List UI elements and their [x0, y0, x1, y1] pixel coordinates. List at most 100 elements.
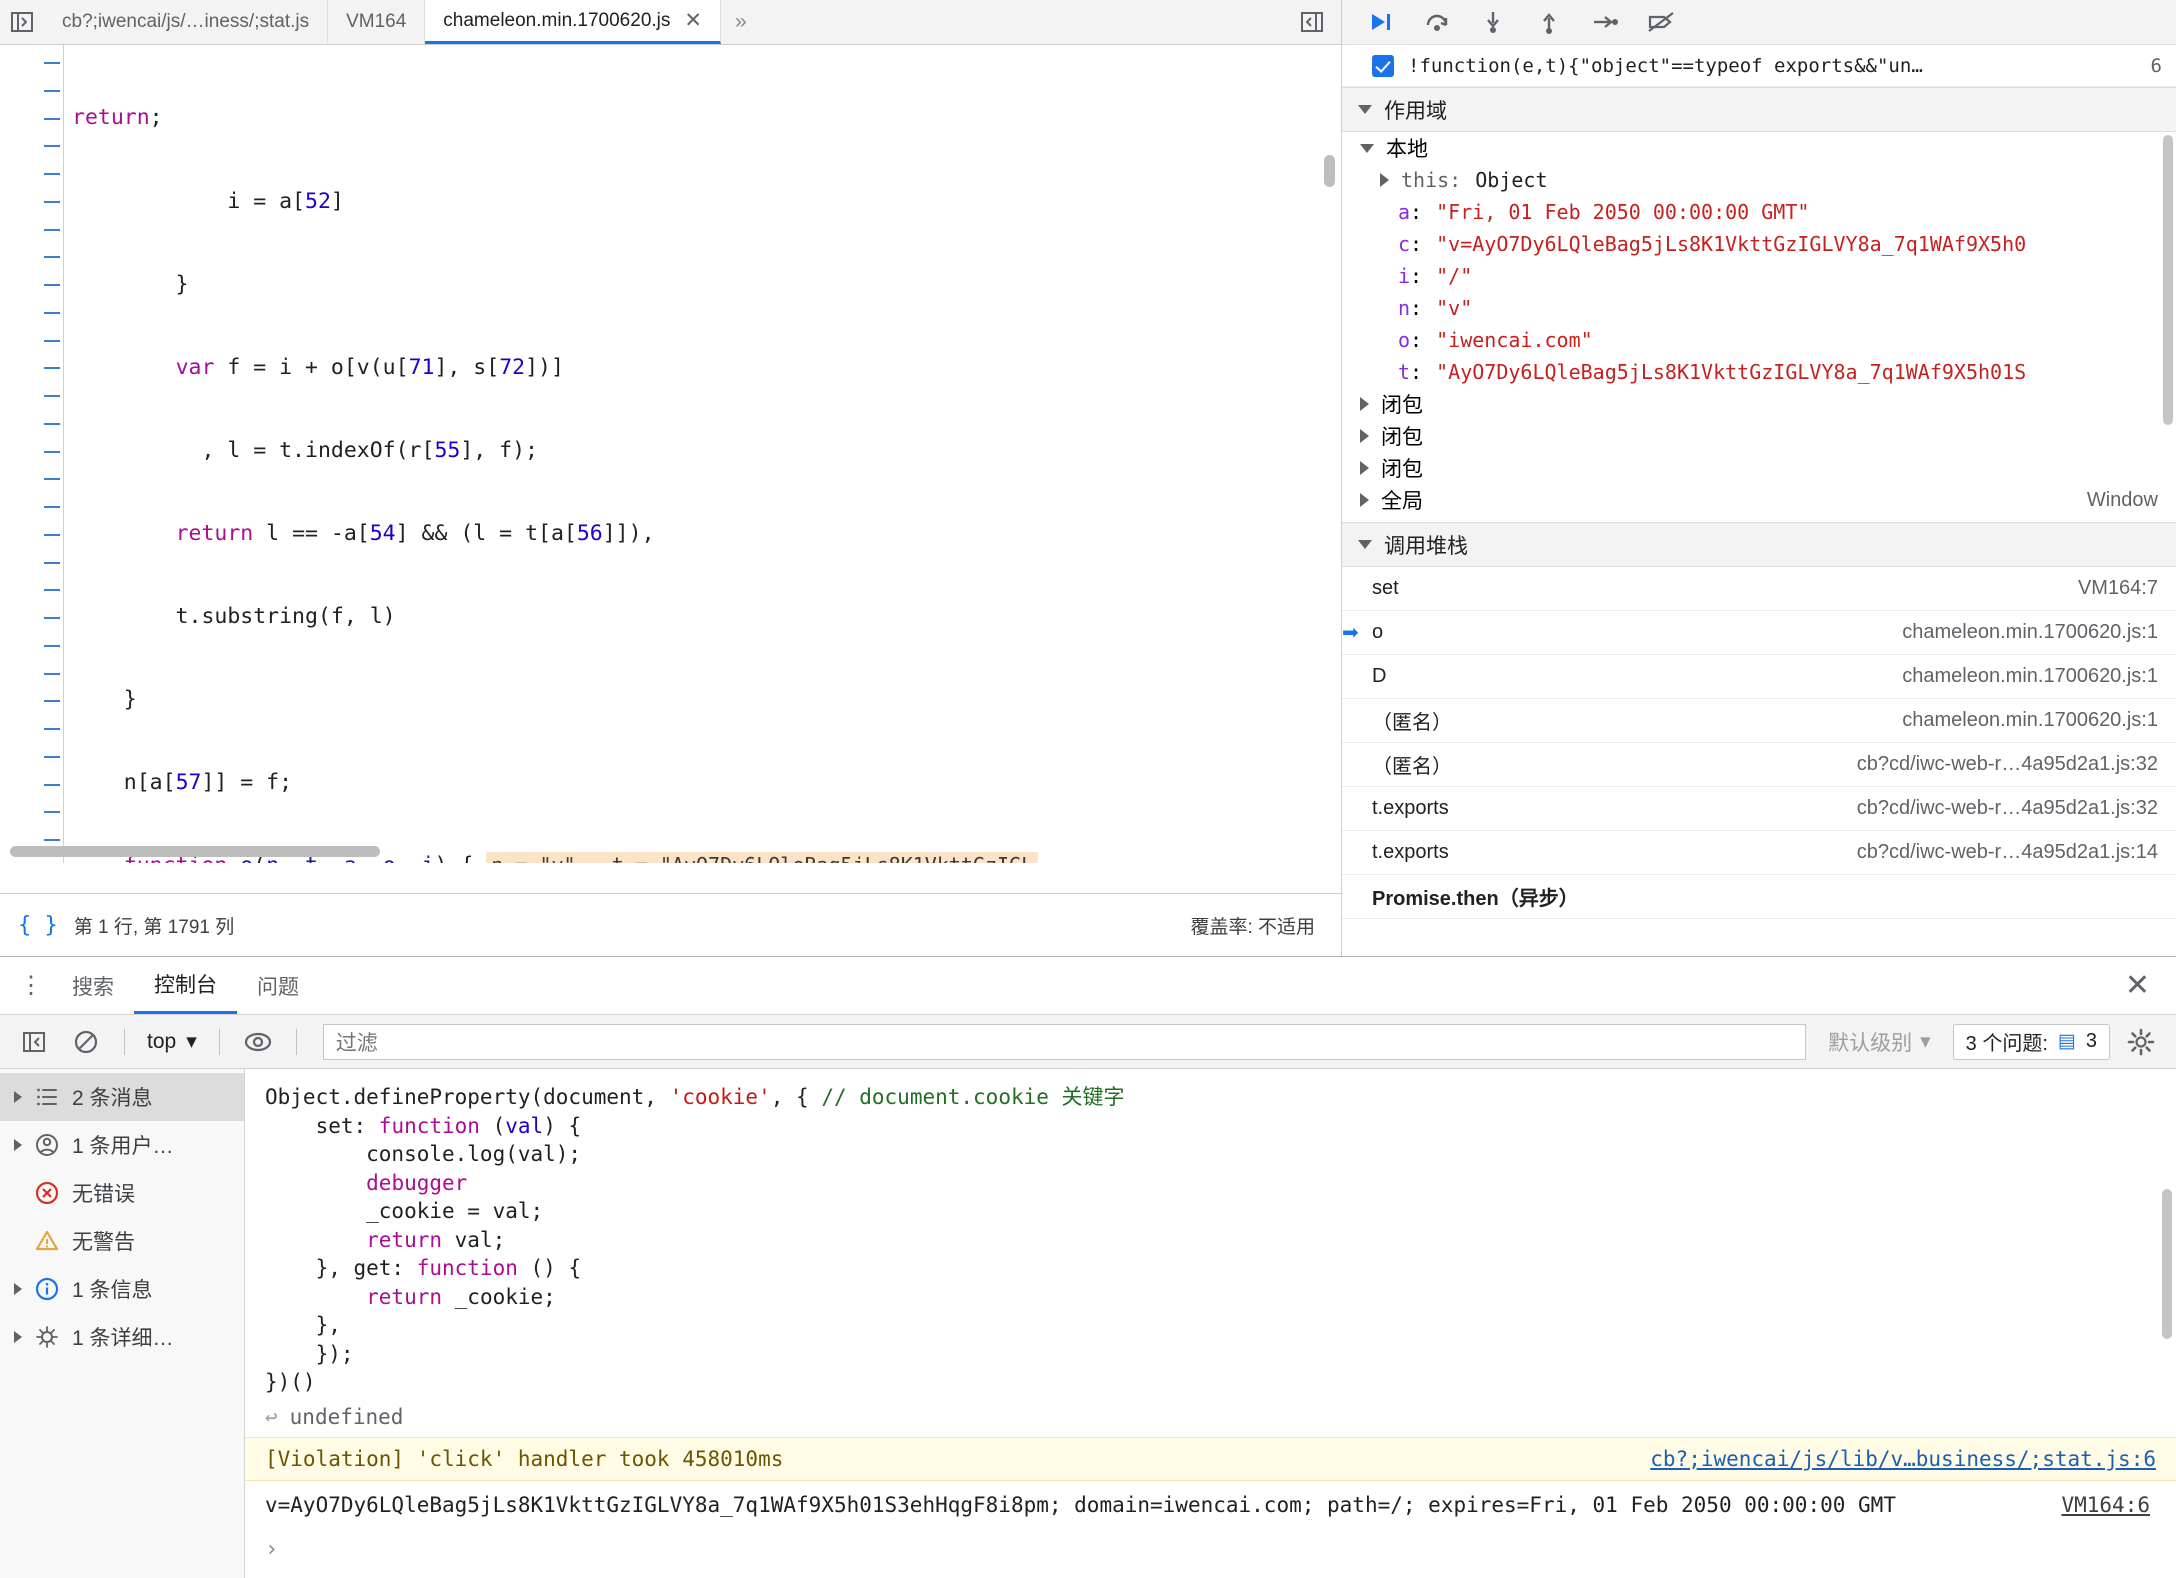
console-sidebar-item-errors[interactable]: 无错误 [0, 1169, 244, 1217]
log-level-select[interactable]: 默认级别 ▾ [1814, 1027, 1945, 1057]
scope-item-i[interactable]: i: "/" [1342, 260, 2176, 292]
console-sidebar-item-messages[interactable]: 2 条消息 [0, 1073, 244, 1121]
tab-label: 问题 [257, 971, 299, 1001]
scope-group-global[interactable]: 全局 Window [1342, 484, 2176, 516]
console-scrollbar[interactable] [2162, 1189, 2172, 1339]
scope-group-local[interactable]: 本地 [1342, 132, 2176, 164]
chevron-right-icon[interactable] [14, 1091, 22, 1103]
source-tab-1[interactable]: VM164 [328, 0, 425, 44]
drawer-more-icon[interactable]: ⋮ [10, 974, 52, 998]
chevron-right-icon[interactable] [1360, 461, 1369, 475]
callstack-row[interactable]: set VM164:7 [1342, 567, 2176, 611]
scope-item-t[interactable]: t: "AyO7Dy6LQleBag5jLs8K1VkttGzIGLVY8a_7… [1342, 356, 2176, 388]
code-text: Object.defineProperty(document, [265, 1085, 670, 1109]
settings-gear-icon[interactable] [2118, 1027, 2164, 1057]
console-prompt[interactable]: › [245, 1523, 2176, 1562]
source-tab-2[interactable]: chameleon.min.1700620.js ✕ [425, 0, 721, 44]
editor-code-area[interactable]: return;____ return; i = a[52] } var f = … [64, 45, 1341, 863]
code-editor[interactable]: return;____ return; i = a[52] } var f = … [0, 45, 1341, 863]
console-sidebar-item-warnings[interactable]: 无警告 [0, 1217, 244, 1265]
console-body: 2 条消息 1 条用户… [0, 1069, 2176, 1578]
step-over-icon[interactable] [1414, 3, 1460, 41]
callstack-row-async[interactable]: Promise.then（异步） [1342, 875, 2176, 919]
callstack-row[interactable]: （匿名） cb?cd/iwc-web-r…4a95d2a1.js:32 [1342, 743, 2176, 787]
step-icon[interactable] [1582, 3, 1628, 41]
scope-group-label: 全局 [1381, 485, 1423, 515]
scope-global-value: Window [2087, 489, 2176, 512]
sidebar-toggle-icon[interactable] [12, 1022, 56, 1062]
scope-item-this[interactable]: this: Object [1342, 164, 2176, 196]
navigator-toggle-icon[interactable] [0, 0, 44, 44]
chevron-down-icon [1360, 144, 1374, 153]
console-filter-input[interactable]: 过滤 [323, 1024, 1806, 1060]
callstack-row[interactable]: （匿名） chameleon.min.1700620.js:1 [1342, 699, 2176, 743]
callstack-section-header[interactable]: 调用堆栈 [1342, 522, 2176, 567]
deactivate-breakpoints-icon[interactable] [1638, 3, 1684, 41]
tab-console[interactable]: 控制台 [134, 957, 237, 1014]
scope-section-header[interactable]: 作用域 [1342, 87, 2176, 132]
scope-group-closure-1[interactable]: 闭包 [1342, 388, 2176, 420]
close-icon[interactable]: ✕ [684, 10, 702, 31]
chevron-right-icon[interactable] [1360, 429, 1369, 443]
console-sidebar-item-verbose[interactable]: 1 条详细… [0, 1313, 244, 1361]
breakpoint-checkbox[interactable] [1372, 55, 1394, 77]
debugger-sidebar-scrollbar[interactable] [2163, 135, 2173, 425]
pretty-print-icon[interactable]: { } [18, 913, 58, 938]
close-icon[interactable]: ✕ [2125, 971, 2150, 1001]
chevron-right-icon[interactable] [14, 1139, 22, 1151]
console-sidebar-item-user[interactable]: 1 条用户… [0, 1121, 244, 1169]
clear-console-icon[interactable] [64, 1022, 108, 1062]
editor-horizontal-scrollbar[interactable] [10, 846, 380, 857]
chevron-right-icon[interactable] [14, 1331, 22, 1343]
inline-value: n = "v", t = "AyO7Dy6LQleBag5jLs8K1VkttG… [486, 852, 1038, 863]
violation-source-link[interactable]: cb?;iwencai/js/lib/v…business/;stat.js:6 [1650, 1447, 2156, 1471]
scope-item-a[interactable]: a: "Fri, 01 Feb 2050 00:00:00 GMT" [1342, 196, 2176, 228]
callstack-row-current[interactable]: ➡ o chameleon.min.1700620.js:1 [1342, 611, 2176, 655]
debugger-pane-toggle-icon[interactable] [1283, 0, 1341, 44]
scope-item-value: "AyO7Dy6LQleBag5jLs8K1VkttGzIGLVY8a_7q1W… [1436, 360, 2026, 384]
console-input-echo: Object.defineProperty(document, 'cookie'… [245, 1069, 2176, 1397]
callstack-function-name: set [1372, 577, 1399, 600]
scope-group-label: 闭包 [1381, 421, 1423, 451]
execution-context-select[interactable]: top ▾ [141, 1029, 203, 1054]
callstack-row[interactable]: t.exports cb?cd/iwc-web-r…4a95d2a1.js:14 [1342, 831, 2176, 875]
scope-item-value: "v" [1436, 296, 1472, 320]
chevron-right-icon[interactable] [14, 1283, 22, 1295]
editor-vertical-scrollbar[interactable] [1324, 155, 1335, 187]
code-comment: // document.cookie 关键字 [821, 1085, 1124, 1109]
tab-overflow-icon[interactable]: » [721, 0, 761, 44]
console-message-list[interactable]: Object.defineProperty(document, 'cookie'… [245, 1069, 2176, 1578]
code-text: ) { [543, 1114, 581, 1138]
step-out-icon[interactable] [1526, 3, 1572, 41]
scope-item-o[interactable]: o: "iwencai.com" [1342, 324, 2176, 356]
callstack-row[interactable]: t.exports cb?cd/iwc-web-r…4a95d2a1.js:32 [1342, 787, 2176, 831]
source-tab-0[interactable]: cb?;iwencai/js/…iness/;stat.js [44, 0, 328, 44]
console-toolbar: top ▾ 过滤 默认级别 ▾ 3 个问题: ▤ 3 [0, 1015, 2176, 1069]
breakpoint-entry[interactable]: !function(e,t){"object"==typeof exports&… [1342, 45, 2176, 87]
code-line: i = a[52] [64, 188, 1341, 216]
scope-group-closure-3[interactable]: 闭包 [1342, 452, 2176, 484]
chevron-right-icon[interactable] [1360, 397, 1369, 411]
scope-item-c[interactable]: c: "v=AyO7Dy6LQleBag5jLs8K1VkttGzIGLVY8a… [1342, 228, 2176, 260]
editor-gutter[interactable] [0, 45, 64, 863]
console-sidebar-item-info[interactable]: 1 条信息 [0, 1265, 244, 1313]
return-arrow-icon: ↩ [265, 1405, 278, 1429]
resume-icon[interactable] [1358, 3, 1404, 41]
code-line: n[a[57]] = f; [64, 769, 1341, 797]
chevron-right-icon[interactable] [1380, 173, 1389, 187]
log-source-link[interactable]: VM164:6 [2061, 1491, 2150, 1519]
step-into-icon[interactable] [1470, 3, 1516, 41]
chevron-down-icon: ▾ [1920, 1029, 1931, 1054]
callstack-row[interactable]: D chameleon.min.1700620.js:1 [1342, 655, 2176, 699]
callstack-location: cb?cd/iwc-web-r…4a95d2a1.js:14 [1857, 841, 2158, 864]
scope-item-n[interactable]: n: "v" [1342, 292, 2176, 324]
live-expression-icon[interactable] [236, 1022, 280, 1062]
tab-search[interactable]: 搜索 [52, 957, 134, 1014]
verbose-icon [32, 1322, 62, 1352]
tab-issues[interactable]: 问题 [237, 957, 319, 1014]
scope-group-closure-2[interactable]: 闭包 [1342, 420, 2176, 452]
sidebar-item-label: 1 条信息 [72, 1274, 153, 1304]
scope-item-name: o [1398, 328, 1410, 352]
chevron-right-icon[interactable] [1360, 493, 1369, 507]
issues-badge[interactable]: 3 个问题: ▤ 3 [1953, 1024, 2110, 1060]
